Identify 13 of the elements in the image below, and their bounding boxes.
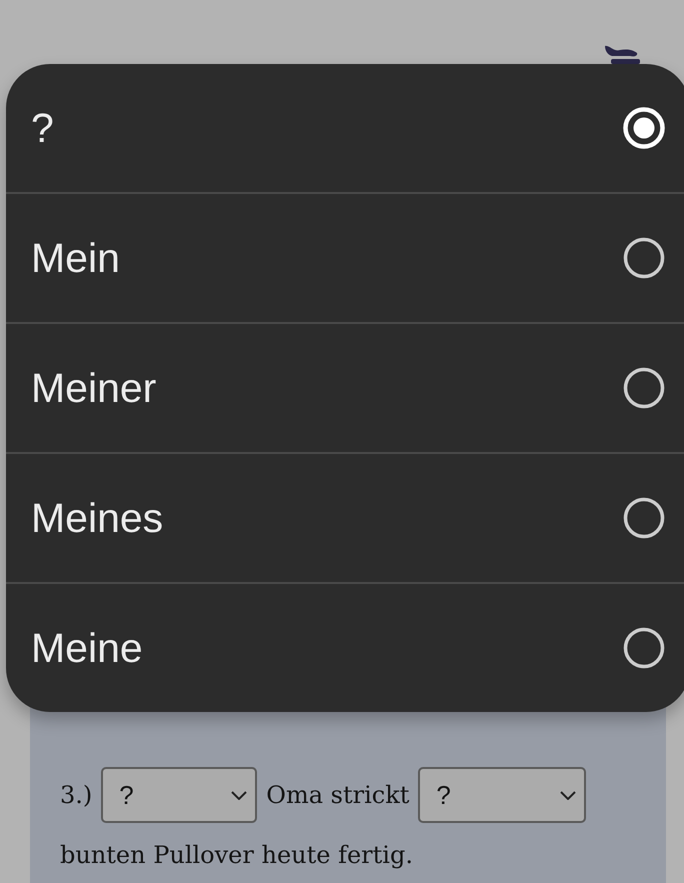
option-item[interactable]: ?: [6, 64, 684, 192]
exercise-number: 3.): [60, 780, 92, 811]
dropdown-select[interactable]: ?: [101, 767, 258, 823]
option-item[interactable]: Mein: [6, 192, 684, 322]
chevron-down-icon: [560, 790, 576, 800]
sentence-text: bunten Pullover heute fertig.: [60, 840, 413, 871]
option-item[interactable]: Meines: [6, 452, 684, 582]
dropdown-select[interactable]: ?: [418, 767, 586, 823]
chevron-down-icon: [231, 790, 248, 800]
option-item[interactable]: Meine: [6, 582, 684, 712]
logo-icon: [604, 44, 640, 64]
sentence-text: Oma strickt: [266, 780, 410, 811]
option-item[interactable]: Meiner: [6, 322, 684, 452]
